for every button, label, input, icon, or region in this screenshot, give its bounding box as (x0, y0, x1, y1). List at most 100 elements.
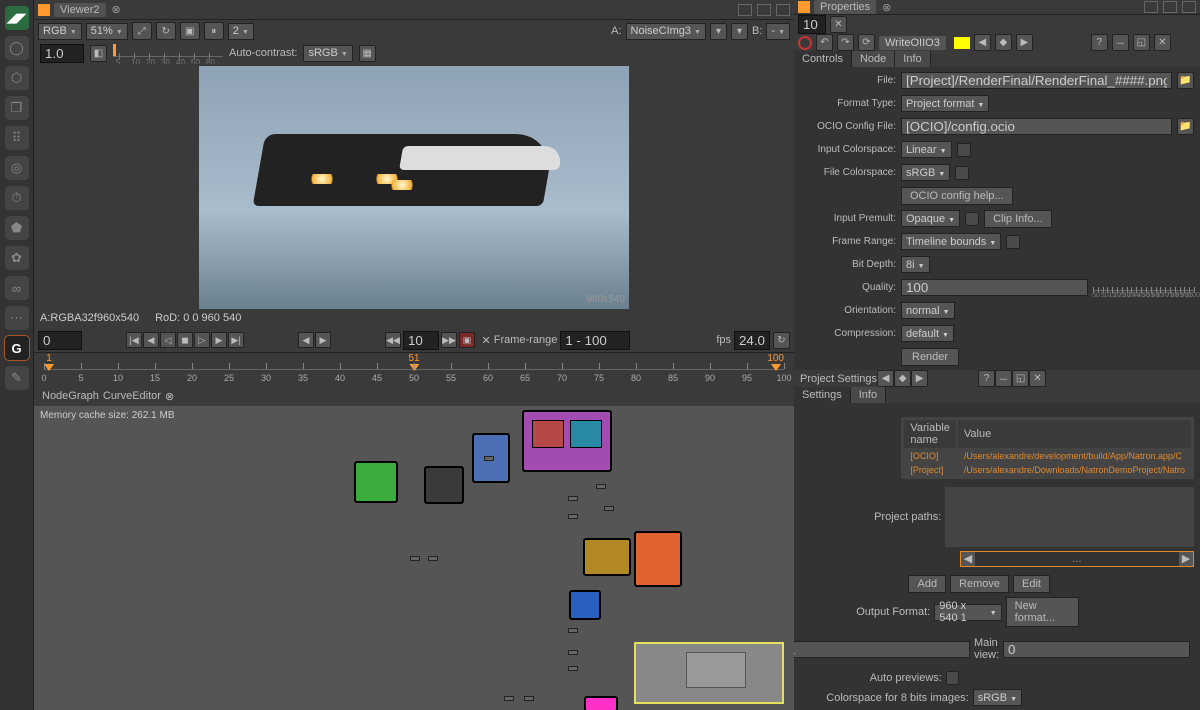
edit-button[interactable]: Edit (1013, 575, 1050, 593)
current-frame-input[interactable] (403, 331, 439, 350)
project-paths-box[interactable] (945, 487, 1194, 547)
max-panels-input[interactable] (798, 15, 826, 34)
tool-hex[interactable]: ⬡ (5, 66, 29, 90)
frame-range-select[interactable]: Timeline bounds (901, 233, 1001, 250)
clear-panels-icon[interactable]: ✕ (830, 16, 847, 33)
gain-input[interactable] (40, 44, 84, 63)
center-node-icon[interactable]: ◆ (995, 34, 1012, 51)
file-browse-icon[interactable]: 📁 (1177, 72, 1194, 89)
pause-icon[interactable]: ⏸ (204, 22, 224, 40)
frame-range-input[interactable] (560, 331, 630, 350)
minimize-icon[interactable] (738, 4, 752, 16)
skip-back-icon[interactable]: ◀◀ (385, 332, 401, 348)
colorspace-select[interactable]: sRGB (303, 45, 352, 62)
close-icon[interactable]: ⊗ (110, 3, 123, 16)
navigator[interactable] (634, 642, 784, 704)
checker-icon[interactable]: ▦ (359, 45, 376, 62)
float-icon[interactable]: ◱ (1012, 370, 1029, 387)
refresh-icon[interactable]: ↻ (156, 22, 176, 40)
cs8-select[interactable]: sRGB (973, 689, 1022, 706)
new-format-button[interactable]: New format... (1006, 597, 1080, 627)
quality-slider[interactable]: -505101520253035404550556065707580859095… (1093, 279, 1194, 296)
tool-gmic[interactable]: G (5, 336, 29, 360)
tab-info[interactable]: Info (851, 387, 886, 403)
timeline[interactable]: 1 51 100 0510152025303540455055606570758… (34, 352, 794, 386)
link-icon[interactable] (1006, 235, 1020, 249)
close-panel-icon[interactable]: ✕ (1154, 34, 1171, 51)
var-table[interactable]: Variable nameValue [OCIO]/Users/alexandr… (901, 417, 1194, 479)
tool-shape[interactable]: ⬟ (5, 216, 29, 240)
node-color-chip[interactable] (954, 37, 970, 49)
viewer-canvas[interactable]: 960x540 (34, 64, 794, 310)
input-cs-select[interactable]: Linear (901, 141, 952, 158)
skip-fwd-icon[interactable]: ▶▶ (441, 332, 457, 348)
fit-icon[interactable]: ⤢ (132, 22, 152, 40)
node[interactable] (583, 538, 631, 576)
nviews-input[interactable] (783, 641, 970, 658)
tool-link[interactable]: ∞ (5, 276, 29, 300)
link-icon[interactable] (957, 143, 971, 157)
add-button[interactable]: Add (908, 575, 946, 593)
step-fwd-icon[interactable]: ▷ (194, 332, 210, 348)
node[interactable] (569, 590, 601, 620)
file-input[interactable] (901, 72, 1172, 89)
gain-reset-icon[interactable]: ◧ (90, 45, 107, 62)
undo-icon[interactable]: ↶ (816, 34, 833, 51)
stop-icon[interactable]: ◼ (177, 332, 193, 348)
node[interactable] (354, 461, 398, 503)
float-icon[interactable]: ◱ (1133, 34, 1150, 51)
close-window-icon[interactable] (1182, 1, 1196, 13)
help-icon[interactable]: ? (978, 370, 995, 387)
format-type-select[interactable]: Project format (901, 95, 989, 112)
tool-brush[interactable]: ✎ (5, 366, 29, 390)
maximize-icon[interactable] (1163, 1, 1177, 13)
record-icon[interactable]: ▣ (459, 332, 475, 348)
tool-logo[interactable]: ◢◤ (5, 6, 29, 30)
next-icon[interactable]: ▶ (911, 370, 928, 387)
minimize-icon[interactable] (1144, 1, 1158, 13)
step-back-icon[interactable]: ◁ (160, 332, 176, 348)
tool-dots[interactable]: ⠿ (5, 126, 29, 150)
restore-icon[interactable]: ⟳ (858, 34, 875, 51)
tool-clock[interactable]: ⏱ (5, 186, 29, 210)
render-icon[interactable]: ▣ (180, 22, 200, 40)
orange-scrollbar[interactable]: ◀ ... ▶ (960, 551, 1194, 567)
node[interactable] (424, 466, 464, 504)
link-icon[interactable] (955, 166, 969, 180)
tab-controls[interactable]: Controls (794, 51, 852, 67)
link-icon[interactable] (965, 212, 979, 226)
file-cs-select[interactable]: sRGB (901, 164, 950, 181)
goto-last-icon[interactable]: ▶| (228, 332, 244, 348)
remove-button[interactable]: Remove (950, 575, 1009, 593)
properties-tab[interactable]: Properties (814, 0, 876, 14)
compression-select[interactable]: default (901, 325, 954, 342)
tab-info[interactable]: Info (895, 51, 930, 67)
layers-select[interactable]: 2 (228, 23, 254, 40)
tool-rings[interactable]: ◎ (5, 156, 29, 180)
tool-sphere[interactable]: ◯ (5, 36, 29, 60)
close-window-icon[interactable] (776, 4, 790, 16)
render-button[interactable]: Render (901, 348, 959, 366)
tab-settings[interactable]: Settings (794, 387, 851, 403)
ocio-file-input[interactable] (901, 118, 1172, 135)
record-indicator-icon[interactable] (798, 36, 812, 50)
node-graph[interactable]: Memory cache size: 262.1 MB (34, 406, 794, 710)
key-prev-icon[interactable]: ◀ (298, 332, 314, 348)
loop-icon[interactable]: ↻ (773, 332, 790, 349)
curveeditor-tab[interactable]: CurveEditor (103, 390, 161, 402)
prev-node-icon[interactable]: ◀ (974, 34, 991, 51)
inputA-select[interactable]: NoiseCImg3 (626, 23, 706, 40)
tool-layers[interactable]: ❒ (5, 96, 29, 120)
quality-input[interactable] (901, 279, 1088, 296)
autoprev-checkbox[interactable] (946, 671, 959, 685)
redo-icon[interactable]: ↷ (837, 34, 854, 51)
channel-select[interactable]: RGB (38, 23, 82, 40)
swap-ab-icon[interactable]: ▾ (710, 23, 727, 40)
scroll-left-icon[interactable]: ◀ (961, 552, 975, 566)
tab-node[interactable]: Node (852, 51, 895, 67)
mainview-input[interactable] (1003, 641, 1190, 658)
help-icon[interactable]: ? (1091, 34, 1108, 51)
next-node-icon[interactable]: ▶ (1016, 34, 1033, 51)
prev-icon[interactable]: ◀ (877, 370, 894, 387)
ocio-browse-icon[interactable]: 📁 (1177, 118, 1194, 135)
